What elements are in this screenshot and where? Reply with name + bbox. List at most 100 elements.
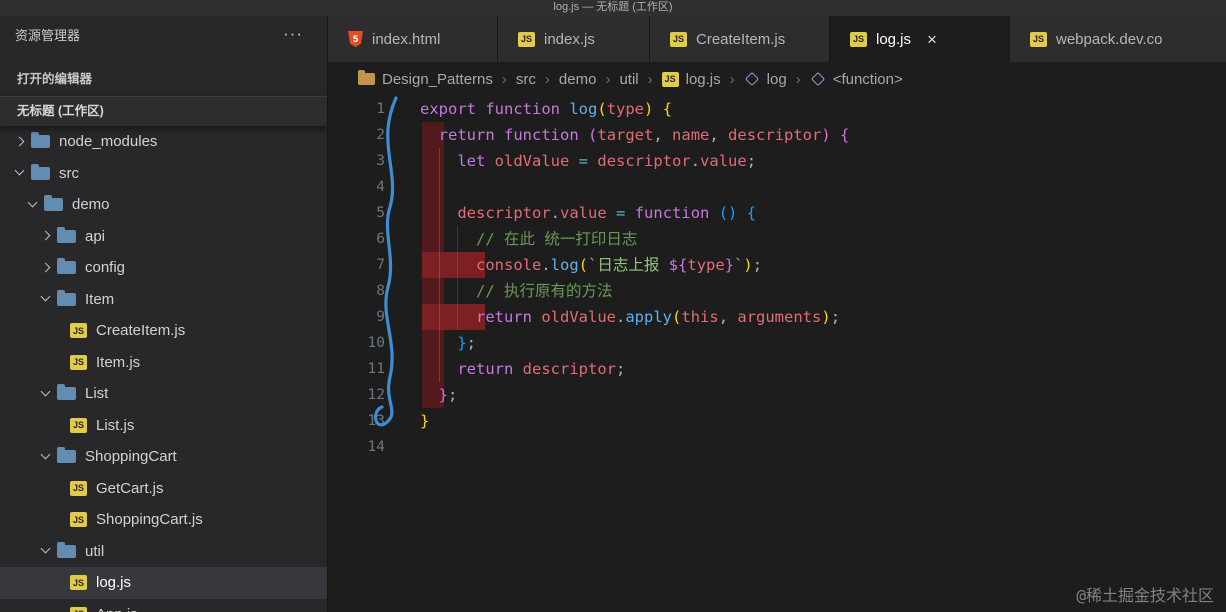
tab-CreateItem.js[interactable]: JS CreateItem.js [650,16,830,62]
code-line-10[interactable]: 10 }; [328,330,1226,356]
tree-item-List.js[interactable]: JS List.js [0,410,327,442]
tab-index.js[interactable]: JS index.js [498,16,650,62]
folder-icon [31,163,50,180]
folder-icon [57,447,76,464]
tree-item-demo[interactable]: demo [0,189,327,221]
breadcrumb-label: log [766,70,787,88]
code-line-13[interactable]: 13} [328,408,1226,434]
tree-item-src[interactable]: src [0,158,327,190]
workspace-section-header[interactable]: 无标题 (工作区) [0,96,327,126]
code-line-2[interactable]: 2 return function (target, name, descrip… [328,122,1226,148]
tab-webpack.dev.co[interactable]: JS webpack.dev.co [1010,16,1226,62]
tree-item-List[interactable]: List [0,378,327,410]
line-number: 8 [376,283,385,299]
more-actions-icon[interactable]: ··· [283,25,303,42]
breadcrumb-label: Design_Patterns [382,70,493,88]
js-file-icon: JS [661,71,679,87]
code-line-6[interactable]: 6 // 在此 统一打印日志 [328,226,1226,252]
folder-icon [358,70,375,85]
tree-item-log.js[interactable]: JS log.js [0,567,327,599]
chevron-down-icon [38,386,55,402]
code-line-14[interactable]: 14 [328,434,1226,460]
line-number: 6 [376,231,385,247]
code-text: // 在此 统一打印日志 [476,230,638,248]
tab-label: CreateItem.js [696,30,786,48]
code-line-1[interactable]: 1 export function log(type) { [328,96,1226,122]
tree-item-CreateItem.js[interactable]: JS CreateItem.js [0,315,327,347]
code-line-4[interactable]: 4 [328,174,1226,200]
tab-index.html[interactable]: 5 index.html [328,16,498,62]
tree-item-GetCart.js[interactable]: JS GetCart.js [0,473,327,505]
js-file-icon: JS [70,480,87,496]
code-text: console.log(`日志上报 ${type}`); [476,256,763,274]
code-editor[interactable]: 1 export function log(type) {2 return fun… [328,96,1226,612]
breadcrumb-separator: › [501,70,507,88]
close-icon[interactable]: × [927,31,937,48]
code-line-12[interactable]: 12 }; [328,382,1226,408]
tree-item-label: App.js [96,606,138,612]
tree-item-Item[interactable]: Item [0,284,327,316]
breadcrumb-item-util[interactable]: util [619,71,638,88]
breadcrumb-label: demo [558,70,597,88]
chevron-right-icon [38,260,55,276]
folder-icon [57,541,76,558]
explorer-sidebar: 资源管理器 ··· 打开的编辑器 无标题 (工作区) node_modules s… [0,16,328,612]
folder-icon [31,132,50,149]
line-number: 2 [376,127,385,143]
breadcrumb-item-demo[interactable]: demo [559,71,597,88]
js-file-icon: JS [850,31,867,47]
js-file-icon: JS [70,512,87,528]
tree-item-label: ShoppingCart.js [96,511,203,529]
code-lines: 1 export function log(type) {2 return fun… [328,96,1226,460]
tree-item-label: List.js [96,416,135,434]
line-number: 4 [376,179,385,195]
file-tree: node_modulessrc demo api config Item JS Create… [0,126,327,612]
tree-item-config[interactable]: config [0,252,327,284]
watermark: @稀土掘金技术社区 [1076,586,1214,605]
breadcrumb-item-Design_Patterns[interactable]: Design_Patterns [358,70,493,88]
tree-item-label: List [85,385,109,403]
open-editors-section[interactable]: 打开的编辑器 [0,52,327,96]
tree-item-util[interactable]: util [0,536,327,568]
breadcrumb-label: util [619,70,639,88]
code-line-11[interactable]: 11 return descriptor; [328,356,1226,382]
js-file-icon: JS [670,31,687,47]
line-number: 9 [376,309,385,325]
tab-bar: 5 index.html JS index.js JS CreateItem.js JS lo… [328,16,1226,62]
breadcrumb-item-log.js[interactable]: JS log.js [661,71,721,88]
code-text: export function log(type) { [420,100,673,118]
js-file-icon: JS [70,417,87,433]
line-number: 11 [367,361,385,377]
breadcrumb-separator: › [795,70,801,88]
tree-item-label: api [85,227,106,245]
breadcrumb: Design_Patterns › src › demo › util › JS log.js › l… [328,62,1226,96]
code-line-3[interactable]: 3 let oldValue = descriptor.value; [328,148,1226,174]
code-line-5[interactable]: 5 descriptor.value = function () { [328,200,1226,226]
breadcrumb-label: <function> [832,70,903,88]
code-line-9[interactable]: 9 return oldValue.apply(this, arguments)… [328,304,1226,330]
js-file-icon: JS [70,354,87,370]
breadcrumb-item-<function>[interactable]: <function> [810,71,903,88]
tree-item-App.js[interactable]: JS App.js [0,599,327,612]
chevron-down-icon [12,165,29,181]
breadcrumb-item-src[interactable]: src [516,71,536,88]
tree-item-Item.js[interactable]: JS Item.js [0,347,327,379]
html-file-icon: 5 [348,31,363,47]
code-text: descriptor.value = function () { [457,204,757,222]
breadcrumb-item-log[interactable]: log [744,71,787,88]
tree-item-node_modules[interactable]: node_modules [0,126,327,158]
js-file-icon: JS [70,606,87,612]
tree-item-label: Item.js [96,353,141,371]
folder-icon [44,195,63,212]
tree-item-api[interactable]: api [0,221,327,253]
tree-item-ShoppingCart.js[interactable]: JS ShoppingCart.js [0,504,327,536]
code-line-8[interactable]: 8 // 执行原有的方法 [328,278,1226,304]
tree-item-label: node_modules [59,133,158,151]
breadcrumb-separator: › [729,70,735,88]
js-file-icon: JS [70,575,87,591]
tab-log.js[interactable]: JS log.js × [830,16,1010,62]
code-line-7[interactable]: 7 console.log(`日志上报 ${type}`); [328,252,1226,278]
code-text: } [420,412,430,430]
editor-column: 5 index.html JS index.js JS CreateItem.js JS lo… [328,16,1226,612]
tree-item-ShoppingCart[interactable]: ShoppingCart [0,441,327,473]
